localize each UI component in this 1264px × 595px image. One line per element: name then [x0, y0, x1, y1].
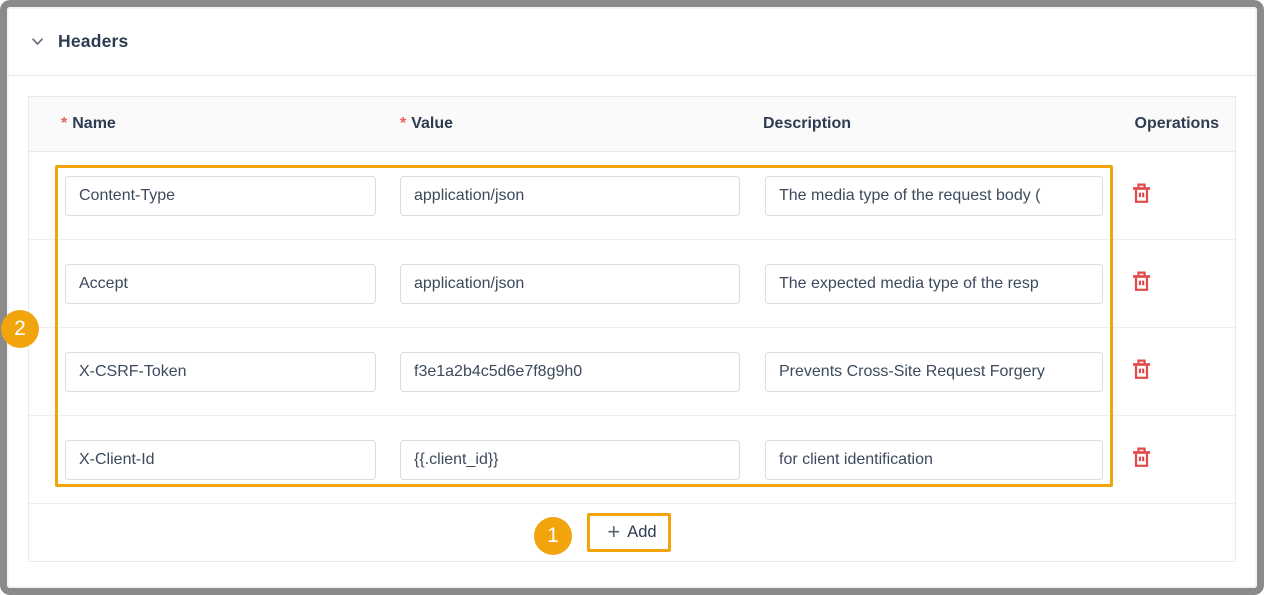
header-name-input[interactable]: [65, 440, 376, 480]
header-description-input[interactable]: [765, 352, 1103, 392]
trash-icon: [1131, 446, 1152, 471]
required-marker: *: [61, 115, 67, 132]
header-description-input[interactable]: [765, 176, 1103, 216]
headers-table: *Name *Value Description Operations: [28, 96, 1236, 562]
column-header-description: Description: [755, 115, 1115, 133]
add-button-label: Add: [627, 523, 656, 542]
header-name-input[interactable]: [65, 264, 376, 304]
header-name-input[interactable]: [65, 352, 376, 392]
chevron-down-icon[interactable]: [30, 34, 45, 49]
header-row-client-id: [29, 416, 1235, 504]
header-description-input[interactable]: [765, 440, 1103, 480]
column-header-value: *Value: [390, 115, 755, 133]
step-badge-2: 2: [1, 310, 39, 348]
add-row: + Add: [29, 504, 1235, 561]
panel-content: Headers *Name *Value Description Operati…: [7, 7, 1257, 588]
section-divider: [7, 75, 1257, 76]
delete-header-button[interactable]: [1128, 270, 1154, 296]
headers-config-panel: Headers *Name *Value Description Operati…: [0, 0, 1264, 595]
header-value-input[interactable]: [400, 264, 740, 304]
section-title: Headers: [58, 31, 128, 52]
column-header-name: *Name: [29, 115, 390, 133]
column-header-operations: Operations: [1115, 115, 1235, 133]
trash-icon: [1131, 270, 1152, 295]
header-name-input[interactable]: [65, 176, 376, 216]
header-row-accept: [29, 240, 1235, 328]
table-header-row: *Name *Value Description Operations: [29, 97, 1235, 152]
step-badge-1: 1: [534, 517, 572, 555]
header-description-input[interactable]: [765, 264, 1103, 304]
header-value-input[interactable]: [400, 176, 740, 216]
required-marker: *: [400, 115, 406, 132]
headers-section-header[interactable]: Headers: [7, 7, 1257, 75]
plus-icon: +: [607, 521, 620, 543]
add-header-button[interactable]: + Add: [599, 518, 664, 548]
header-value-input[interactable]: [400, 440, 740, 480]
trash-icon: [1131, 358, 1152, 383]
header-row-csrf-token: [29, 328, 1235, 416]
delete-header-button[interactable]: [1128, 446, 1154, 472]
trash-icon: [1131, 182, 1152, 207]
delete-header-button[interactable]: [1128, 182, 1154, 208]
header-value-input[interactable]: [400, 352, 740, 392]
delete-header-button[interactable]: [1128, 358, 1154, 384]
header-row-content-type: [29, 152, 1235, 240]
